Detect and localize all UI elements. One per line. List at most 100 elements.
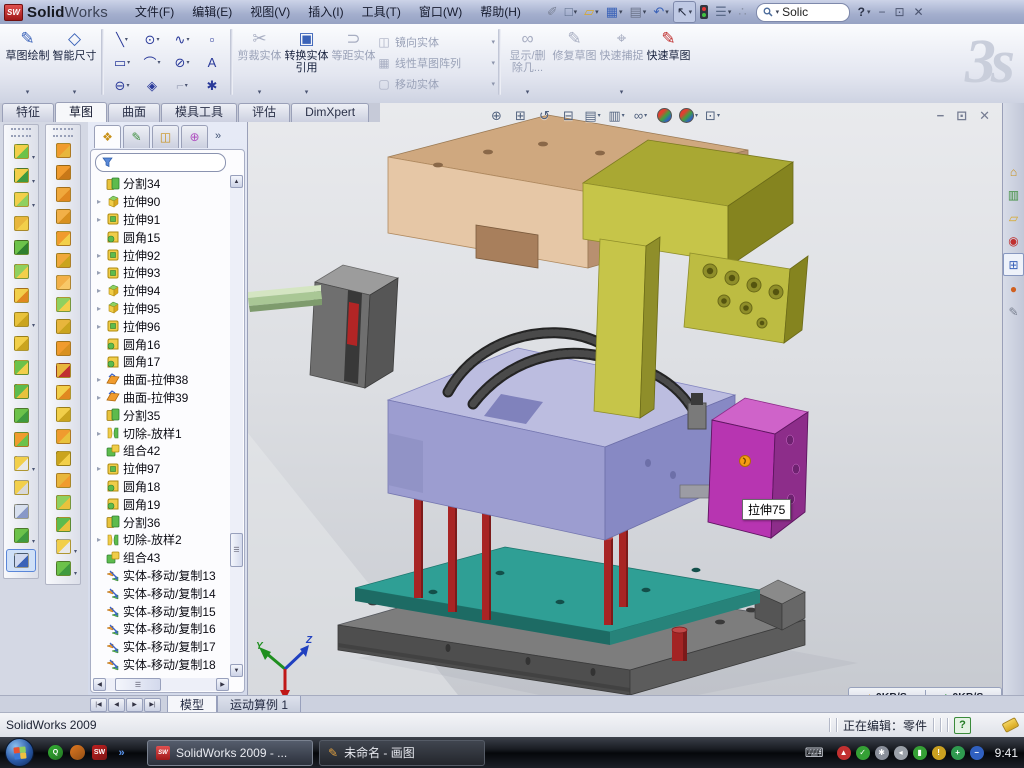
zoom-fit-icon[interactable]: ⊕	[486, 106, 507, 125]
expand-arrow-icon[interactable]: ▸	[95, 304, 103, 313]
tree-item[interactable]: ▸拉伸91	[93, 211, 229, 229]
zoom-area-icon[interactable]: ⊞	[510, 106, 531, 125]
dropdown-arrow[interactable]: ▾	[26, 88, 30, 96]
view-settings-icon[interactable]: ⊡▾	[702, 106, 723, 125]
doc-restore-button[interactable]: ⊡	[956, 108, 967, 124]
tree-item[interactable]: ▸曲面-拉伸39	[93, 389, 229, 407]
sync-icon[interactable]: −	[970, 746, 984, 760]
restore-button[interactable]: ⊡	[894, 5, 904, 19]
menu-文件(F)[interactable]: 文件(F)	[126, 1, 183, 23]
spline-surface-icon[interactable]: ▾	[49, 559, 77, 578]
edit-appearance-icon[interactable]	[654, 106, 675, 125]
dropdown-arrow[interactable]: ▾	[491, 80, 495, 88]
tab-DimXpert[interactable]: DimXpert	[291, 103, 369, 122]
tree-item[interactable]: 圆角15	[93, 228, 229, 246]
dropdown-arrow[interactable]: ▾	[127, 59, 130, 66]
dropdown-arrow[interactable]: ▾	[598, 112, 601, 119]
offset-surface-icon[interactable]	[49, 251, 77, 270]
spline-tool-icon[interactable]: ▾	[7, 525, 35, 546]
planar-surface-icon[interactable]	[49, 273, 77, 292]
spline-icon[interactable]: ∿▾	[167, 28, 197, 51]
tree-item[interactable]: 组合43	[93, 549, 229, 567]
assistant-icon[interactable]: ∴	[735, 2, 749, 22]
scroll-left-button[interactable]: ◀	[93, 678, 106, 691]
configurationmanager-tab[interactable]: ◫	[152, 125, 179, 148]
tree-item[interactable]: 实体-移动/复制15	[93, 602, 229, 620]
dropdown-arrow[interactable]: ▾	[728, 8, 732, 16]
dropdown-arrow[interactable]: ▾	[32, 538, 35, 545]
delete-face-icon[interactable]	[49, 361, 77, 380]
ellipse-icon[interactable]: ⊘▾	[167, 51, 197, 74]
dropdown-arrow[interactable]: ▾	[156, 36, 159, 43]
split-feature-icon[interactable]	[7, 381, 35, 402]
expand-arrow-icon[interactable]: ▸	[95, 215, 103, 224]
tree-item[interactable]: ▸切除-放样1	[93, 424, 229, 442]
doc-close-button[interactable]: ✕	[979, 108, 990, 124]
dropdown-arrow[interactable]: ▾	[32, 202, 35, 209]
tree-item[interactable]: ▸切除-放样2	[93, 531, 229, 549]
slot-icon[interactable]: ⊖▾	[107, 74, 137, 97]
previous-view-icon[interactable]: ↺	[534, 106, 555, 125]
tree-item[interactable]: 实体-移动/复制18	[93, 656, 229, 674]
tree-filter-input[interactable]	[95, 153, 226, 172]
cmd-rapid-sketch[interactable]: ✎快速草图	[645, 26, 692, 98]
dropdown-arrow[interactable]: ▾	[32, 154, 35, 161]
expand-arrow-icon[interactable]: ▸	[95, 268, 103, 277]
tab-曲面[interactable]: 曲面	[108, 103, 160, 122]
tree-item[interactable]: ▸拉伸90	[93, 193, 229, 211]
appearances-icon[interactable]: ●	[1004, 278, 1023, 299]
expand-arrow-icon[interactable]: ▸	[95, 286, 103, 295]
panel-overflow[interactable]: »	[210, 125, 226, 147]
toolbar-grip[interactable]	[53, 128, 73, 137]
view-orientation-icon[interactable]: ▤▾	[582, 106, 603, 125]
dropdown-arrow[interactable]: ▾	[644, 112, 647, 119]
model-clamp-unit[interactable]	[310, 265, 398, 388]
tab-运动算例 1[interactable]: 运动算例 1	[217, 696, 301, 713]
volume-icon[interactable]: ◂	[894, 746, 908, 760]
dropdown-arrow[interactable]: ▾	[695, 112, 698, 119]
hide-show-items-icon[interactable]: ∞▾	[630, 106, 651, 125]
dropdown-arrow[interactable]: ▾	[158, 59, 161, 66]
graphics-viewport[interactable]: Y Z X ⊕⊞↺⊟▤▾▥▾∞▾▾⊡▾ −⊡✕ 拉伸75 ↓0KB/S ↑0KB…	[248, 103, 1002, 695]
prev-tab-button[interactable]: ◀	[108, 698, 125, 712]
save-icon[interactable]: ▦▾	[603, 2, 626, 22]
model-support-pin[interactable]	[672, 627, 687, 661]
tree-item[interactable]: 实体-移动/复制13	[93, 567, 229, 585]
pin-icon[interactable]: ✐	[544, 2, 561, 22]
dropdown-arrow[interactable]: ▾	[186, 59, 189, 66]
dropdown-arrow[interactable]: ▾	[258, 88, 262, 96]
tree-item[interactable]: 实体-移动/复制16	[93, 620, 229, 638]
expand-arrow-icon[interactable]: ▸	[95, 535, 103, 544]
expand-arrow-icon[interactable]: ▸	[95, 393, 103, 402]
tree-item[interactable]: ▸拉伸97	[93, 460, 229, 478]
tree-item[interactable]: 实体-移动/复制17	[93, 638, 229, 656]
line-icon[interactable]: ╲▾	[107, 28, 137, 51]
section-view-icon[interactable]: ⊟	[558, 106, 579, 125]
start-button[interactable]	[5, 738, 34, 767]
help-dropdown[interactable]: ▾	[867, 8, 871, 16]
menu-窗口(W)[interactable]: 窗口(W)	[410, 1, 471, 23]
dropdown-arrow[interactable]: ▾	[595, 8, 599, 16]
antivirus-icon[interactable]: ▲	[837, 746, 851, 760]
tree-item[interactable]: 分割35	[93, 406, 229, 424]
dome-ball-icon[interactable]	[49, 515, 77, 534]
open-icon[interactable]: ▱▾	[581, 2, 602, 22]
cmd-mirror-entities[interactable]: ◫镜向实体▾	[377, 31, 495, 52]
input-method-icon[interactable]: ⌨	[805, 745, 824, 761]
sketch-text-icon[interactable]: A	[197, 51, 227, 74]
tree-item[interactable]: ▸拉伸94	[93, 282, 229, 300]
dropdown-arrow[interactable]: ▾	[491, 38, 495, 46]
tab-特征[interactable]: 特征	[2, 103, 54, 122]
dropdown-arrow[interactable]: ▾	[32, 178, 35, 185]
undo-icon[interactable]: ↶▾	[650, 2, 671, 22]
tree-item[interactable]: 圆角19	[93, 495, 229, 513]
polygon-icon[interactable]: ◈	[137, 74, 167, 97]
expand-arrow-icon[interactable]: ▸	[95, 251, 103, 260]
combine-bodies-icon[interactable]	[7, 357, 35, 378]
tree-item[interactable]: 分割36	[93, 513, 229, 531]
extruded-cut-icon[interactable]: ▾	[7, 165, 35, 186]
browser-icon[interactable]	[70, 745, 85, 760]
dropdown-arrow[interactable]: ▾	[526, 88, 530, 96]
revolved-surface-icon[interactable]	[49, 163, 77, 182]
dropdown-arrow[interactable]: ▾	[620, 88, 624, 96]
